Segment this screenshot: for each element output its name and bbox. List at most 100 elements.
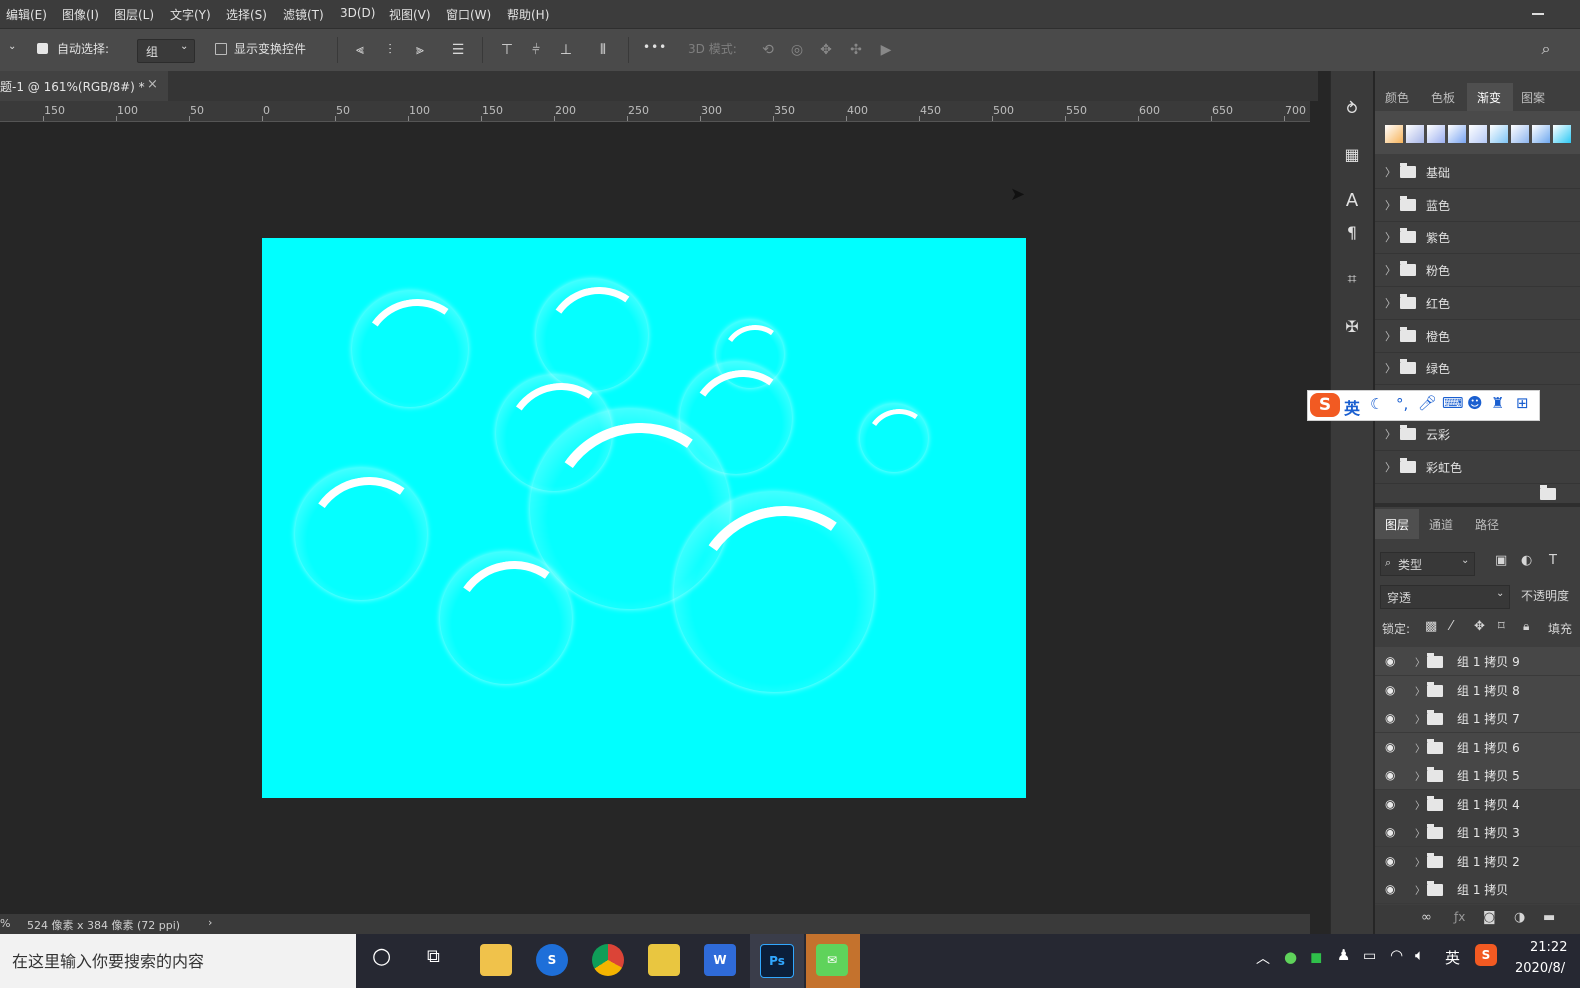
clock-time[interactable]: 21:22 — [1530, 940, 1567, 955]
align-right-icon[interactable]: ⫸ — [410, 40, 430, 60]
auto-select-dropdown[interactable]: 组 ⌄ — [137, 39, 195, 63]
menu-image[interactable]: 图像(I) — [62, 6, 99, 23]
minimize-icon[interactable] — [1532, 13, 1544, 15]
auto-select-checkbox[interactable] — [37, 43, 48, 54]
show-transform-checkbox[interactable] — [215, 43, 227, 55]
wifi-icon[interactable]: ◠ — [1390, 946, 1403, 964]
document-canvas[interactable] — [262, 238, 1026, 798]
gradient-swatch[interactable] — [1385, 125, 1403, 143]
eye-icon[interactable]: ◉ — [1385, 882, 1395, 896]
blend-mode-dropdown[interactable]: 穿透 ⌄ — [1380, 585, 1510, 609]
history-icon[interactable]: ⥁ — [1340, 97, 1364, 121]
tab-layers[interactable]: 图层 — [1375, 509, 1419, 539]
lock-transparency-icon[interactable]: ▩ — [1425, 619, 1437, 634]
user-icon[interactable]: ☻ — [1467, 394, 1483, 412]
chevron-right-icon[interactable]: 〉 — [1415, 683, 1425, 698]
chevron-right-icon[interactable]: 〉 — [1415, 882, 1425, 897]
eye-icon[interactable]: ◉ — [1385, 825, 1395, 839]
layer-row[interactable]: ◉ 〉 组 1 拷贝 2 — [1375, 847, 1580, 876]
photoshop-icon[interactable]: Ps — [760, 944, 794, 978]
moon-icon[interactable]: ☾ — [1370, 395, 1383, 413]
align-top-icon[interactable]: ⊤ — [497, 40, 517, 60]
more-options-button[interactable]: ••• — [643, 40, 667, 54]
gradient-folder[interactable]: 〉 蓝色 — [1375, 189, 1580, 222]
new-gradient-folder-icon[interactable] — [1540, 485, 1556, 500]
properties-icon[interactable]: ▦ — [1340, 143, 1364, 167]
filter-adjustment-icon[interactable]: ◐ — [1521, 553, 1532, 568]
document-tab[interactable]: 题-1 @ 161%(RGB/8#) * × — [0, 71, 168, 101]
lock-artboard-icon[interactable]: ⌑ — [1498, 619, 1505, 634]
gradient-swatch[interactable] — [1406, 125, 1424, 143]
layer-row[interactable]: ◉ 〉 组 1 拷贝 4 — [1375, 790, 1580, 819]
chevron-right-icon[interactable]: 〉 — [1415, 825, 1425, 840]
align-left-icon[interactable]: ⫷ — [350, 40, 370, 60]
3d-drag-icon[interactable]: ✥ — [816, 40, 836, 60]
eye-icon[interactable]: ◉ — [1385, 854, 1395, 868]
chevron-up-icon[interactable]: ︿ — [1256, 948, 1270, 968]
tab-swatches[interactable]: 色板 — [1431, 89, 1455, 106]
keyboard-icon[interactable]: ⌨ — [1442, 394, 1464, 412]
eye-icon[interactable]: ◉ — [1385, 740, 1395, 754]
layer-row[interactable]: ◉ 〉 组 1 拷贝 7 — [1375, 704, 1580, 733]
wechat-icon[interactable]: ✉ — [816, 944, 848, 976]
wps-icon[interactable]: W — [704, 944, 736, 976]
gradient-swatch[interactable] — [1427, 125, 1445, 143]
close-icon[interactable]: × — [147, 77, 158, 92]
skin-shirt-icon[interactable]: ♜ — [1491, 394, 1504, 412]
toolbox-grid-icon[interactable]: ⊞ — [1516, 394, 1529, 412]
gradient-folder[interactable]: 〉 粉色 — [1375, 254, 1580, 287]
menu-help[interactable]: 帮助(H) — [507, 6, 549, 23]
link-icon[interactable]: ∞ — [1421, 910, 1432, 925]
layer-row[interactable]: ◉ 〉 组 1 拷贝 5 — [1375, 761, 1580, 790]
mask-icon[interactable]: ◙ — [1483, 910, 1496, 925]
3d-camera-icon[interactable]: ▶ — [876, 40, 896, 60]
qq-icon[interactable]: ♟ — [1337, 946, 1350, 964]
layer-row[interactable]: ◉ 〉 组 1 拷贝 8 — [1375, 676, 1580, 705]
gradient-folder[interactable]: 〉 基础 — [1375, 156, 1580, 189]
menu-window[interactable]: 窗口(W) — [446, 6, 491, 23]
distribute-vertical-icon[interactable]: ⦀ — [593, 40, 613, 60]
chevron-down-icon[interactable]: ⌄ — [8, 41, 16, 52]
chevron-right-icon[interactable]: 〉 — [1415, 711, 1425, 726]
gradient-folder[interactable]: 〉 云彩 — [1375, 418, 1580, 451]
crop-icon[interactable]: ⌗ — [1340, 267, 1364, 291]
volume-icon[interactable]: 🔈︎ — [1415, 946, 1424, 964]
fx-icon[interactable]: ƒx — [1454, 910, 1465, 924]
punctuation-icon[interactable]: °, — [1396, 395, 1408, 413]
3d-slide-icon[interactable]: ✣ — [846, 40, 866, 60]
horizontal-ruler[interactable]: 150 100 50 0 50 100 150 200 250 300 350 … — [0, 101, 1310, 122]
chevron-right-icon[interactable]: 〉 — [1415, 797, 1425, 812]
eye-icon[interactable]: ◉ — [1385, 711, 1395, 725]
chevron-right-icon[interactable]: 〉 — [1415, 768, 1425, 783]
layer-row[interactable]: ◉ 〉 组 1 拷贝 3 — [1375, 818, 1580, 847]
menu-select[interactable]: 选择(S) — [226, 6, 267, 23]
tab-color[interactable]: 颜色 — [1385, 89, 1409, 106]
3d-roll-icon[interactable]: ◎ — [787, 40, 807, 60]
eye-icon[interactable]: ◉ — [1385, 654, 1395, 668]
input-language-indicator[interactable]: 英 — [1445, 947, 1460, 968]
gradient-swatch[interactable] — [1469, 125, 1487, 143]
notes-app-icon[interactable] — [648, 944, 680, 976]
task-view-icon[interactable]: ⧉ — [427, 946, 440, 967]
menu-layer[interactable]: 图层(L) — [114, 6, 154, 23]
tab-paths[interactable]: 路径 — [1475, 516, 1499, 533]
align-hcenter-icon[interactable]: ⫶ — [380, 40, 400, 60]
tab-patterns[interactable]: 图案 — [1521, 89, 1545, 106]
chevron-right-icon[interactable]: 〉 — [1415, 654, 1425, 669]
gradient-swatch[interactable] — [1511, 125, 1529, 143]
wechat-tray-icon[interactable]: ● — [1284, 948, 1297, 966]
lock-paint-icon[interactable]: ⁄ — [1450, 619, 1452, 634]
filter-type-icon[interactable]: T — [1549, 553, 1557, 568]
layer-filter-dropdown[interactable]: ⌕ 类型 ⌄ — [1380, 552, 1475, 576]
menu-view[interactable]: 视图(V) — [389, 6, 431, 23]
chrome-icon[interactable] — [592, 944, 624, 976]
ime-toolbar[interactable]: S 英 ☾ °, 🎤︎ ⌨ ☻ ♜ ⊞ — [1307, 390, 1540, 421]
menu-filter[interactable]: 滤镜(T) — [283, 6, 324, 23]
filter-pixel-icon[interactable]: ▣ — [1495, 553, 1507, 568]
file-explorer-icon[interactable] — [480, 944, 512, 976]
menu-type[interactable]: 文字(Y) — [170, 6, 211, 23]
new-group-icon[interactable]: ▬ — [1543, 910, 1555, 925]
gradient-folder[interactable]: 〉 彩虹色 — [1375, 451, 1580, 484]
gradient-folder[interactable]: 〉 橙色 — [1375, 320, 1580, 353]
lock-all-icon[interactable]: 🔒︎ — [1523, 619, 1529, 634]
